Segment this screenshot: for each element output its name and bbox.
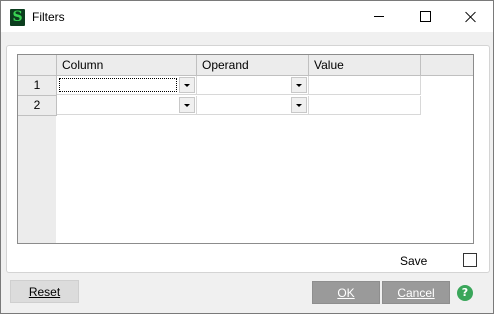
chevron-down-icon — [184, 83, 190, 87]
header-value[interactable]: Value — [309, 55, 421, 75]
column-select[interactable] — [57, 76, 197, 95]
dropdown-button[interactable] — [291, 77, 307, 93]
value-field[interactable] — [309, 76, 421, 95]
grid-header: Column Operand Value — [18, 55, 473, 76]
help-icon[interactable]: ? — [457, 285, 473, 301]
dropdown-button[interactable] — [179, 77, 195, 93]
row-number[interactable]: 2 — [18, 96, 57, 116]
table-row: 1 — [18, 76, 421, 96]
reset-button-label: Reset — [28, 285, 61, 299]
reset-button[interactable]: Reset — [10, 280, 79, 303]
minimize-icon — [374, 16, 384, 17]
ok-button[interactable]: OK — [312, 281, 380, 304]
column-select[interactable] — [57, 96, 197, 115]
maximize-icon — [419, 11, 431, 22]
cancel-button-label: Cancel — [397, 286, 435, 300]
header-operand[interactable]: Operand — [197, 55, 309, 75]
window-title: Filters — [32, 10, 65, 24]
dropdown-button[interactable] — [179, 97, 195, 113]
value-field[interactable] — [309, 96, 421, 115]
dropdown-button[interactable] — [291, 97, 307, 113]
title-bar: S Filters — [1, 1, 493, 32]
operand-select[interactable] — [197, 96, 309, 115]
grid-corner — [18, 55, 57, 75]
chevron-down-icon — [184, 103, 190, 107]
close-icon — [465, 11, 477, 23]
save-checkbox[interactable] — [463, 253, 477, 267]
maximize-button[interactable] — [402, 1, 448, 32]
filters-dialog: S Filters Column Operand Value 1 2 Save … — [0, 0, 494, 314]
close-button[interactable] — [448, 1, 494, 32]
chevron-down-icon — [296, 83, 302, 87]
focus-rect — [59, 78, 177, 92]
app-icon: S — [10, 9, 25, 26]
filter-grid: Column Operand Value 1 2 — [17, 54, 474, 244]
table-row: 2 — [18, 96, 421, 116]
save-label: Save — [400, 254, 428, 268]
chevron-down-icon — [296, 103, 302, 107]
cancel-button[interactable]: Cancel — [382, 281, 450, 304]
header-column[interactable]: Column — [57, 55, 197, 75]
row-number[interactable]: 1 — [18, 76, 57, 96]
operand-select[interactable] — [197, 76, 309, 95]
ok-button-label: OK — [337, 286, 355, 300]
filter-panel: Column Operand Value 1 2 Save — [6, 45, 490, 273]
minimize-button[interactable] — [356, 1, 402, 32]
